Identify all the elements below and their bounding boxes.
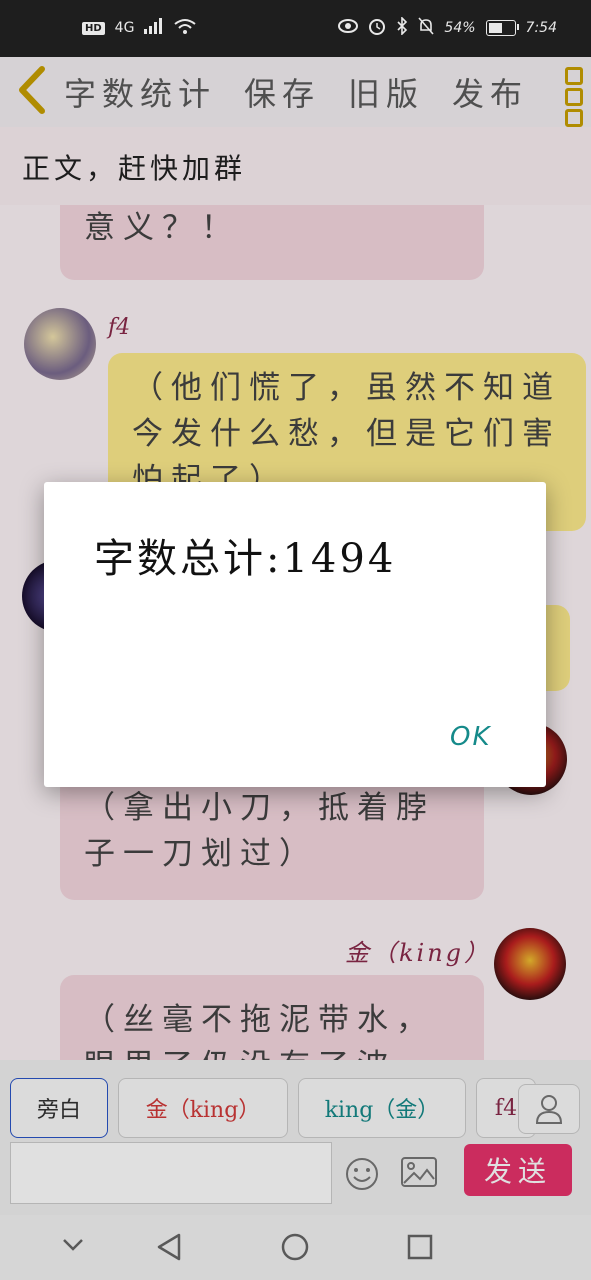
clock: 7:54 — [525, 20, 557, 36]
wifi-icon — [174, 18, 197, 38]
status-bar: HD 4G 54% 7:54 — [0, 0, 591, 57]
bell-off-icon — [418, 17, 435, 39]
battery-percent: 54% — [444, 20, 476, 36]
word-count-dialog: 字数总计:1494 OK — [44, 482, 546, 787]
ok-button[interactable]: OK — [450, 722, 492, 752]
status-left: HD 4G — [82, 18, 197, 38]
battery-fill — [488, 23, 502, 33]
eye-icon — [338, 19, 359, 37]
network-indicator: 4G — [114, 20, 135, 36]
hd-badge: HD — [82, 21, 105, 35]
status-right: 54% 7:54 — [338, 16, 557, 39]
battery-icon — [485, 20, 519, 36]
alarm-icon — [368, 17, 386, 39]
bluetooth-icon — [396, 16, 408, 39]
signal-icon — [144, 18, 164, 38]
dialog-message: 字数总计:1494 — [94, 536, 397, 582]
